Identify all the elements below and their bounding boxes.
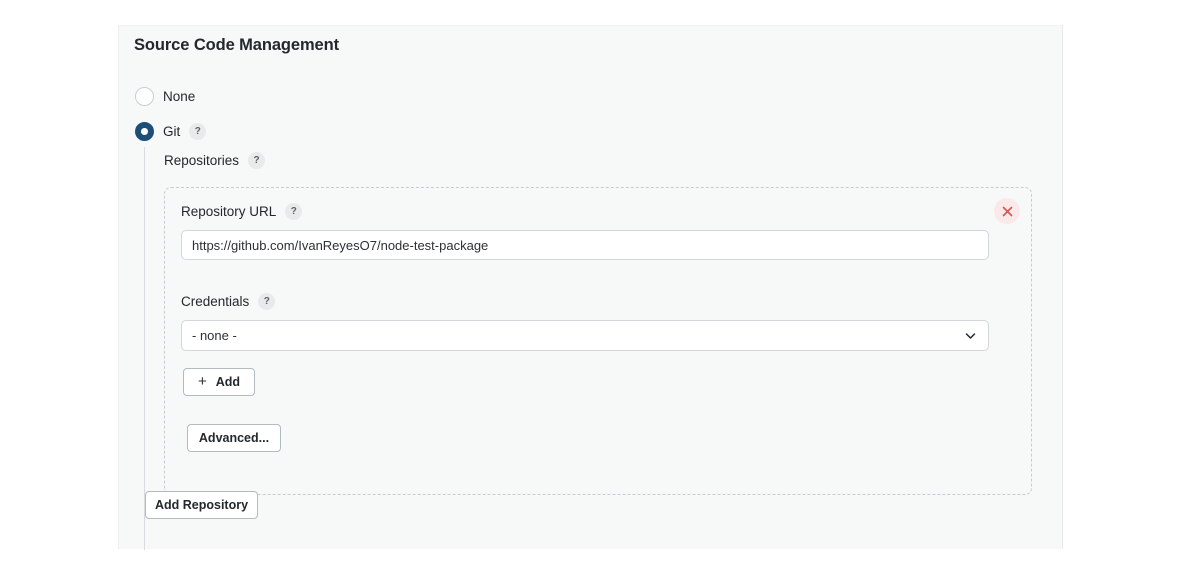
credentials-select-wrapper[interactable]: - none - — [181, 320, 989, 351]
repository-entry-block: Repository URL ? Credentials ? - none - — [164, 187, 1032, 495]
repositories-label-row: Repositories ? — [164, 152, 1064, 169]
page-root: Source Code Management None Git ? Reposi… — [0, 0, 1200, 572]
repository-url-label: Repository URL — [181, 204, 277, 219]
credentials-selected-value: - none - — [192, 328, 237, 343]
repository-url-label-row: Repository URL ? — [181, 203, 303, 220]
source-code-management-panel: Source Code Management None Git ? Reposi… — [118, 25, 1064, 550]
page-title: Source Code Management — [134, 36, 340, 54]
help-icon-repositories[interactable]: ? — [248, 152, 266, 169]
credentials-select[interactable]: - none - — [181, 320, 989, 351]
help-icon-credentials[interactable]: ? — [258, 293, 276, 310]
radio-git-label: Git — [163, 124, 181, 139]
radio-none[interactable] — [135, 87, 154, 106]
add-repository-button[interactable]: Add Repository — [145, 491, 258, 519]
credentials-label: Credentials — [181, 294, 250, 309]
close-icon — [1002, 206, 1012, 216]
help-icon-git[interactable]: ? — [189, 123, 207, 140]
advanced-button[interactable]: Advanced... — [187, 424, 281, 452]
scm-option-git[interactable]: Git ? — [135, 122, 207, 141]
scm-option-none[interactable]: None — [135, 87, 195, 106]
repositories-label: Repositories — [164, 153, 240, 168]
delete-repository-button[interactable] — [994, 198, 1020, 224]
git-nested-section: Repositories ? Repository URL ? Credenti… — [144, 147, 1064, 550]
add-credentials-button[interactable]: + Add — [183, 368, 255, 396]
radio-git[interactable] — [135, 122, 154, 141]
plus-icon: + — [197, 373, 207, 390]
credentials-label-row: Credentials ? — [181, 293, 276, 310]
help-icon-repository-url[interactable]: ? — [285, 203, 303, 220]
radio-none-label: None — [163, 89, 196, 104]
repository-url-input[interactable] — [181, 230, 989, 260]
add-credentials-label: Add — [215, 374, 241, 389]
